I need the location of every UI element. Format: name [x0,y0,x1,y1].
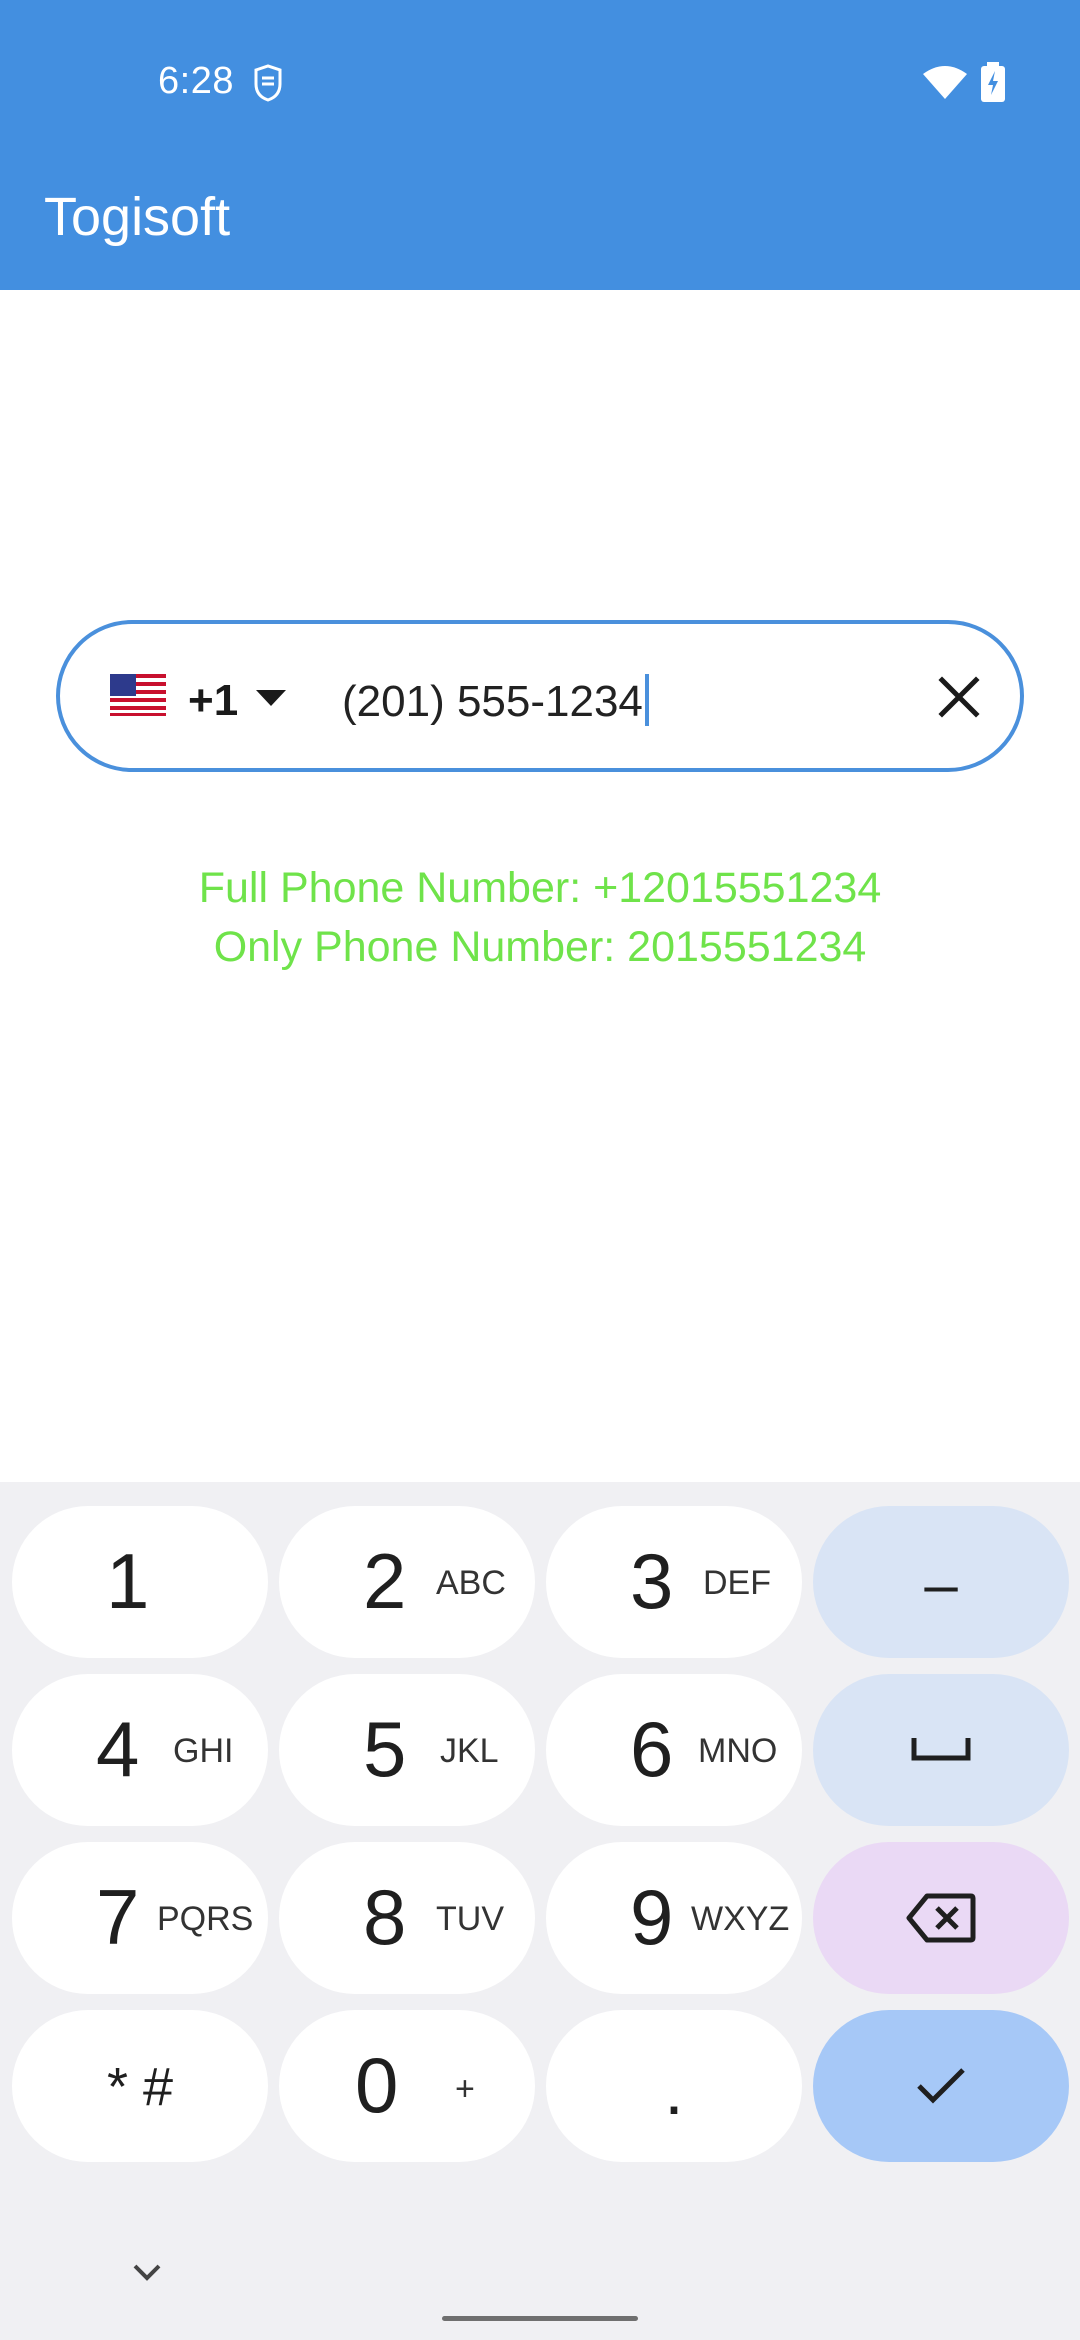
key-letters: TUV [436,1900,504,1938]
key-5[interactable]: 5 JKL [279,1674,535,1826]
star-hash-symbol: * # [106,2057,174,2117]
space-key[interactable] [813,1674,1069,1826]
key-letters: MNO [698,1732,778,1770]
done-key[interactable] [813,2010,1069,2162]
key-digit: 7 [96,1873,140,1961]
chevron-down-icon[interactable] [132,2262,162,2282]
key-letters: GHI [173,1732,234,1770]
check-icon [917,2068,965,2104]
minus-key[interactable]: – [813,1506,1069,1658]
key-3[interactable]: 3 DEF [546,1506,802,1658]
shield-icon [254,64,282,102]
text-cursor [644,674,649,726]
app-bar: 6:28 Togisoft [0,0,1080,290]
key-digit: 1 [106,1537,150,1625]
key-letters: PQRS [157,1900,254,1938]
key-digit: 2 [363,1537,407,1625]
country-code[interactable]: +1 [188,676,238,726]
key-digit: 3 [630,1537,674,1625]
key-8[interactable]: 8 TUV [279,1842,535,1994]
phone-number-field[interactable]: +1 (201) 555-1234 [56,620,1024,772]
key-7[interactable]: 7 PQRS [12,1842,268,1994]
navigation-handle[interactable] [442,2316,638,2321]
key-letters: JKL [440,1732,499,1770]
key-letters: WXYZ [691,1900,790,1938]
key-digit: 8 [363,1873,407,1961]
key-digit: 0 [355,2041,399,2129]
key-digit: 6 [630,1705,674,1793]
phone-number-value: (201) 555-1234 [342,677,643,726]
key-1[interactable]: 1 [12,1506,268,1658]
space-icon [911,1738,971,1761]
dropdown-caret-icon[interactable] [256,690,286,706]
close-icon[interactable] [934,672,984,722]
key-digit: 9 [630,1873,674,1961]
key-6[interactable]: 6 MNO [546,1674,802,1826]
battery-charging-icon [981,62,1005,102]
us-flag-icon[interactable] [110,674,166,716]
phone-number-input[interactable]: (201) 555-1234 [342,674,649,727]
full-phone-number-text: Full Phone Number: +12015551234 [198,864,882,912]
key-2[interactable]: 2 ABC [279,1506,535,1658]
key-0[interactable]: 0 + [279,2010,535,2162]
app-title: Togisoft [44,187,231,247]
key-9[interactable]: 9 WXYZ [546,1842,802,1994]
only-phone-number-text: Only Phone Number: 2015551234 [213,923,867,971]
key-letters: DEF [703,1564,771,1602]
key-digit: 5 [363,1705,407,1793]
status-time: 6:28 [158,60,234,102]
backspace-icon [906,1893,976,1943]
numeric-keyboard: 1 2 ABC 3 DEF – 4 GHI 5 JKL 6 MNO 7 PQRS… [0,1482,1080,2340]
dot-symbol: . [664,2051,684,2129]
key-letters: ABC [436,1564,506,1602]
key-digit: 4 [96,1705,140,1793]
dot-key[interactable]: . [546,2010,802,2162]
wifi-icon [923,66,967,99]
key-letters: + [455,2070,475,2108]
star-hash-key[interactable]: * # [12,2010,268,2162]
minus-symbol: – [924,1551,958,1618]
backspace-key[interactable] [813,1842,1069,1994]
key-4[interactable]: 4 GHI [12,1674,268,1826]
